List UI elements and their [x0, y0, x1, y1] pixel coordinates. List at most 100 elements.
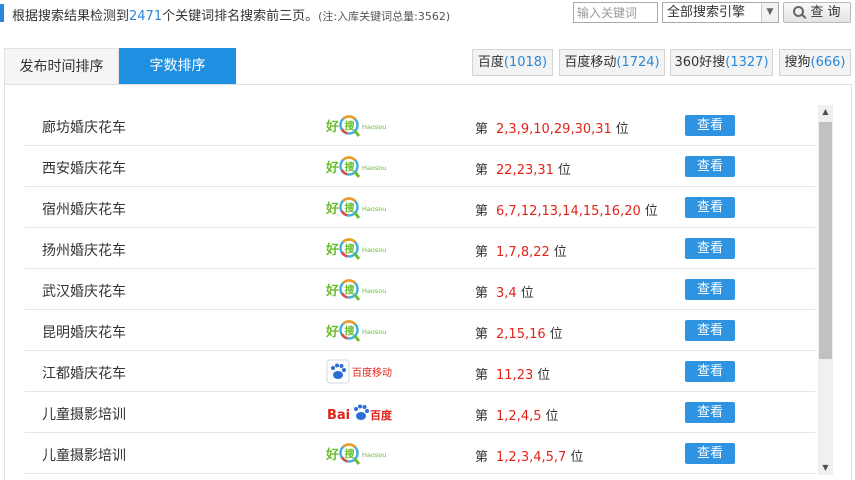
keyword-search-input[interactable] — [573, 2, 658, 23]
view-button[interactable]: 查看 — [685, 402, 735, 423]
rank-positions: 3,4 — [496, 286, 517, 301]
rank-positions: 11,23 — [496, 368, 534, 383]
rank-text: 第 11,23 位 — [475, 364, 550, 383]
haosou-logo-icon: 好 搜 Haosou — [326, 320, 386, 342]
logo-text: Bai — [327, 408, 350, 423]
engine-select[interactable]: 全部搜索引擎 ▼ — [662, 2, 779, 23]
engine-tab-name: 百度 — [477, 55, 504, 70]
result-row: 扬州婚庆花车 好 搜 Haosou 第 1,7,8,22 位 查看 — [25, 228, 815, 269]
haosou-logo-icon: 好 搜 Haosou — [326, 115, 386, 137]
rank-suffix: 位 — [553, 245, 567, 260]
baidu-logo-icon: Bai 百度 — [327, 404, 393, 423]
rank-positions: 2,3,9,10,29,30,31 — [496, 122, 612, 137]
result-row: 西安婚庆花车 好 搜 Haosou 第 22,23,31 位 查看 — [25, 146, 815, 187]
rank-text: 第 1,2,3,4,5,7 位 — [475, 446, 583, 465]
rank-positions: 2,15,16 — [496, 327, 546, 342]
view-button[interactable]: 查看 — [685, 156, 735, 177]
tab-sort-by-length[interactable]: 字数排序 — [119, 48, 236, 84]
rank-text: 第 2,3,9,10,29,30,31 位 — [475, 118, 629, 137]
logo-subtext: Haosou — [362, 328, 386, 336]
view-button[interactable]: 查看 — [685, 361, 735, 382]
logo-subtext: Haosou — [362, 205, 386, 213]
rank-prefix: 第 — [475, 286, 489, 301]
logo-text: 好 — [326, 447, 339, 463]
keyword-text: 扬州婚庆花车 — [42, 243, 126, 259]
haosou-logo-icon: 好 搜 Haosou — [326, 238, 386, 260]
logo-text: 搜 — [345, 325, 356, 338]
result-row: 廊坊婚庆花车 好 搜 Haosou 第 2,3,9,10,29,30,31 位 查看 — [25, 105, 815, 146]
engine-tab-baidu[interactable]: 百度(1018) — [472, 49, 553, 76]
logo-subtext: Haosou — [362, 164, 386, 172]
engine-tab-count: (666) — [810, 55, 846, 70]
logo-text: 好 — [326, 160, 339, 176]
logo-text: 搜 — [345, 284, 356, 297]
summary-suffix: 个关键词排名搜索前三页。 — [162, 9, 319, 24]
engine-tab-count: (1327) — [725, 55, 769, 70]
scroll-up-icon[interactable]: ▲ — [818, 105, 833, 119]
rank-prefix: 第 — [475, 245, 489, 260]
haosou-logo-icon: 好 搜 Haosou — [326, 197, 386, 219]
rank-prefix: 第 — [475, 409, 489, 424]
haosou-logo-icon: 好 搜 Haosou — [326, 443, 386, 465]
view-button[interactable]: 查看 — [685, 197, 735, 218]
scrollbar[interactable]: ▲ ▼ — [818, 105, 833, 475]
rank-suffix: 位 — [520, 286, 534, 301]
logo-text: 好 — [326, 119, 339, 135]
haosou-logo-icon: 好 搜 Haosou — [326, 279, 386, 301]
view-button[interactable]: 查看 — [685, 279, 735, 300]
engine-select-value: 全部搜索引擎 — [667, 5, 746, 20]
chevron-down-icon[interactable]: ▼ — [761, 3, 778, 22]
logo-subtext: Haosou — [362, 123, 386, 131]
logo-text: 搜 — [345, 120, 356, 133]
rank-text: 第 1,7,8,22 位 — [475, 241, 567, 260]
summary-text: 根据搜索结果检测到2471个关键词排名搜索前三页。(注:入库关键词总量:3562… — [12, 5, 450, 24]
result-row: 武汉婚庆花车 好 搜 Haosou 第 3,4 位 查看 — [25, 269, 815, 310]
keyword-text: 儿童摄影培训 — [42, 448, 126, 464]
summary-count: 2471 — [129, 9, 163, 24]
rank-prefix: 第 — [475, 368, 489, 383]
logo-text: 好 — [326, 324, 339, 340]
view-button[interactable]: 查看 — [685, 115, 735, 136]
rank-text: 第 1,2,4,5 位 — [475, 405, 559, 424]
keyword-text: 廊坊婚庆花车 — [42, 120, 126, 136]
tab-sort-by-time[interactable]: 发布时间排序 — [4, 48, 119, 84]
results-panel: 廊坊婚庆花车 好 搜 Haosou 第 2,3,9,10,29,30,31 位查看西… — [4, 84, 852, 480]
result-row: 儿童摄影培训 Bai 百度 第 1,2,4,5 位 查看 — [25, 392, 815, 433]
rank-suffix: 位 — [570, 450, 584, 465]
result-row: 宿州婚庆花车 好 搜 Haosou 第 6,7,12,13,14,15,16,20… — [25, 187, 815, 228]
keyword-text: 宿州婚庆花车 — [42, 202, 126, 218]
rank-positions: 22,23,31 — [496, 163, 554, 178]
rank-prefix: 第 — [475, 450, 489, 465]
engine-tab-count: (1724) — [616, 55, 660, 70]
engine-tab-360[interactable]: 360好搜(1327) — [670, 49, 773, 76]
search-icon — [793, 6, 805, 17]
rank-text: 第 2,15,16 位 — [475, 323, 563, 342]
logo-text: 好 — [326, 242, 339, 258]
logo-subtext: Haosou — [362, 287, 386, 295]
view-button[interactable]: 查看 — [685, 443, 735, 464]
keyword-text: 江都婚庆花车 — [42, 366, 126, 382]
logo-text: 百度 — [370, 408, 393, 422]
view-button[interactable]: 查看 — [685, 320, 735, 341]
scroll-down-icon[interactable]: ▼ — [818, 461, 833, 475]
rank-suffix: 位 — [549, 327, 563, 342]
query-button[interactable]: 查 询 — [783, 2, 851, 23]
rank-prefix: 第 — [475, 204, 489, 219]
rank-text: 第 22,23,31 位 — [475, 159, 571, 178]
haosou-logo-icon: 好 搜 Haosou — [326, 156, 386, 178]
logo-text: 搜 — [345, 202, 356, 215]
engine-tab-baidu-mobile[interactable]: 百度移动(1724) — [559, 49, 665, 76]
rank-prefix: 第 — [475, 327, 489, 342]
summary-accent — [0, 4, 4, 22]
summary-bar: 根据搜索结果检测到2471个关键词排名搜索前三页。(注:入库关键词总量:3562… — [0, 0, 855, 28]
engine-tab-sogou[interactable]: 搜狗(666) — [779, 49, 851, 76]
logo-text: 百度移动 — [352, 366, 392, 379]
scrollbar-thumb[interactable] — [819, 122, 832, 359]
logo-subtext: Haosou — [362, 246, 386, 254]
keyword-text: 昆明婚庆花车 — [42, 325, 126, 341]
rank-positions: 1,2,3,4,5,7 — [496, 450, 567, 465]
keyword-text: 儿童摄影培训 — [42, 407, 126, 423]
result-row: 江都婚庆花车 百度移动 第 11,23 位 查看 — [25, 351, 815, 392]
view-button[interactable]: 查看 — [685, 238, 735, 259]
rank-suffix: 位 — [644, 204, 658, 219]
